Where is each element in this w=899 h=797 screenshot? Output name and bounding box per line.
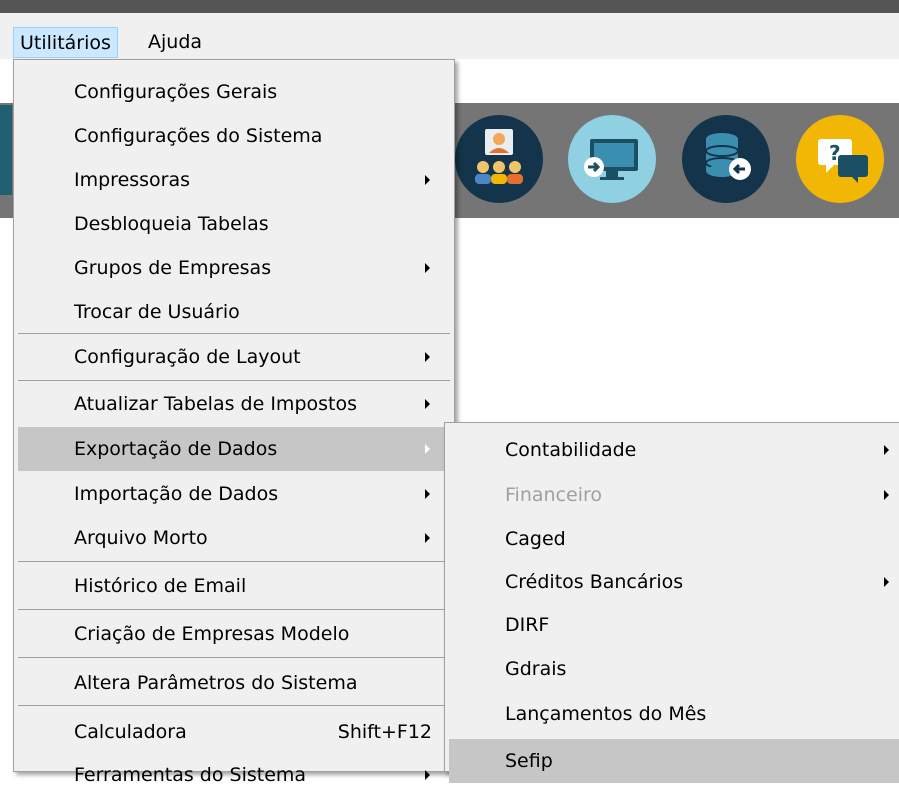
menu-item-exportacao-dados[interactable]: Exportação de Dados (18, 427, 454, 471)
svg-text:?: ? (829, 141, 841, 165)
submenu-item-caged[interactable]: Caged (445, 517, 899, 561)
submenu-item-financeiro: Financeiro (445, 473, 899, 517)
menu-separator (18, 609, 450, 610)
database-import-icon[interactable] (682, 115, 770, 203)
menu-item-label: Desbloqueia Tabelas (74, 213, 269, 235)
menu-item-ferramentas-sistema[interactable]: Ferramentas do Sistema (14, 753, 454, 797)
menu-item-label: Sefip (505, 750, 553, 772)
help-chat-icon[interactable]: ? (796, 115, 884, 203)
menu-item-criacao-empresas-modelo[interactable]: Criação de Empresas Modelo (14, 612, 454, 656)
menu-item-configuracoes-gerais[interactable]: Configurações Gerais (14, 70, 454, 114)
menu-item-label: Configurações do Sistema (74, 125, 323, 147)
menu-item-label: Impressoras (74, 169, 191, 191)
submenu-item-creditos-bancarios[interactable]: Créditos Bancários (445, 560, 899, 604)
submenu-arrow-icon (425, 444, 430, 454)
menu-separator (18, 333, 450, 334)
toolbar-edge (0, 105, 12, 195)
menu-separator (18, 705, 450, 706)
utilitarios-menu: Configurações Gerais Configurações do Si… (13, 59, 455, 786)
submenu-arrow-icon (425, 489, 430, 499)
menu-item-label: Ferramentas do Sistema (74, 764, 307, 786)
menu-separator (18, 657, 450, 658)
submenu-item-dirf[interactable]: DIRF (445, 603, 899, 647)
menu-item-label: Caged (505, 528, 566, 550)
menu-item-label: Lançamentos do Mês (505, 703, 707, 725)
menu-item-impressoras[interactable]: Impressoras (14, 158, 454, 202)
submenu-arrow-icon (884, 445, 889, 455)
submenu-item-contabilidade[interactable]: Contabilidade (445, 428, 899, 472)
menu-item-label: Criação de Empresas Modelo (74, 623, 350, 645)
submenu-arrow-icon (425, 352, 430, 362)
menu-item-label: Importação de Dados (74, 483, 279, 505)
menu-ajuda[interactable]: Ajuda (142, 27, 208, 58)
title-bar (0, 0, 899, 13)
menu-item-label: Arquivo Morto (74, 527, 208, 549)
menu-item-label: Gdrais (505, 658, 567, 680)
menu-item-label: Trocar de Usuário (74, 301, 240, 323)
monitor-transfer-icon[interactable] (568, 115, 656, 203)
menu-item-label: Financeiro (505, 484, 602, 506)
menu-item-importacao-dados[interactable]: Importação de Dados (14, 472, 454, 516)
submenu-item-gdrais[interactable]: Gdrais (445, 647, 899, 691)
menu-item-configuracao-layout[interactable]: Configuração de Layout (14, 335, 454, 379)
menu-item-configuracoes-sistema[interactable]: Configurações do Sistema (14, 114, 454, 158)
submenu-arrow-icon (425, 399, 430, 409)
menu-separator (18, 380, 450, 381)
menu-utilitarios[interactable]: Utilitários (13, 27, 118, 58)
menu-item-label: Atualizar Tabelas de Impostos (74, 393, 357, 415)
menu-item-label: Configuração de Layout (74, 346, 301, 368)
submenu-arrow-icon (425, 533, 430, 543)
submenu-arrow-icon (884, 490, 889, 500)
menu-item-historico-email[interactable]: Histórico de Email (14, 564, 454, 608)
submenu-item-sefip[interactable]: Sefip (449, 739, 899, 783)
menu-item-label: Histórico de Email (74, 575, 247, 597)
menu-item-calculadora[interactable]: Calculadora Shift+F12 (14, 710, 454, 754)
menu-bar: Utilitários Ajuda (0, 13, 899, 59)
menu-item-label: Calculadora (74, 721, 187, 743)
menu-item-trocar-usuario[interactable]: Trocar de Usuário (14, 290, 454, 334)
submenu-item-lancamentos-mes[interactable]: Lançamentos do Mês (445, 692, 899, 736)
menu-item-desbloqueia-tabelas[interactable]: Desbloqueia Tabelas (14, 202, 454, 246)
menu-item-arquivo-morto[interactable]: Arquivo Morto (14, 516, 454, 560)
menu-item-grupos-empresas[interactable]: Grupos de Empresas (14, 246, 454, 290)
submenu-arrow-icon (884, 577, 889, 587)
menu-item-label: Contabilidade (505, 439, 637, 461)
users-meeting-icon[interactable] (455, 115, 543, 203)
menu-item-atualizar-tabelas-impostos[interactable]: Atualizar Tabelas de Impostos (14, 382, 454, 426)
menu-item-label: DIRF (505, 614, 550, 636)
menu-item-label: Altera Parâmetros do Sistema (74, 672, 358, 694)
shortcut-label: Shift+F12 (337, 721, 432, 743)
menu-item-altera-parametros[interactable]: Altera Parâmetros do Sistema (14, 661, 454, 705)
menu-item-label: Grupos de Empresas (74, 257, 272, 279)
exportacao-dados-submenu: Contabilidade Financeiro Caged Créditos … (444, 422, 899, 783)
submenu-arrow-icon (425, 175, 430, 185)
menu-item-label: Configurações Gerais (74, 81, 278, 103)
menu-separator (18, 561, 450, 562)
menu-item-label: Créditos Bancários (505, 571, 684, 593)
menu-item-label: Exportação de Dados (74, 438, 278, 460)
submenu-arrow-icon (425, 263, 430, 273)
